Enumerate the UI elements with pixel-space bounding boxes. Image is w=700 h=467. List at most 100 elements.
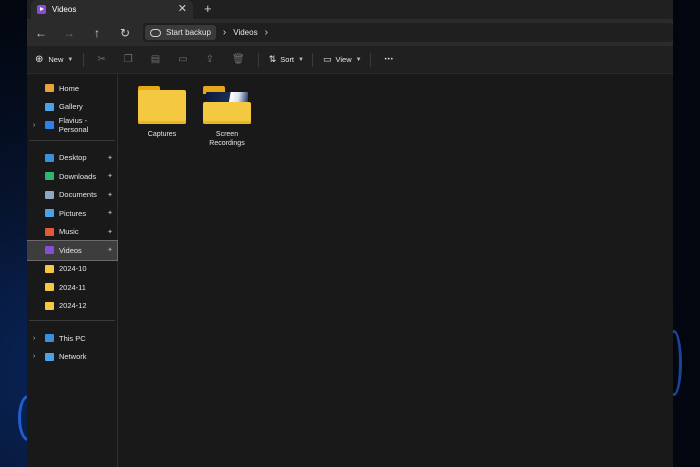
folder-icon xyxy=(203,86,251,124)
sidebar-item-desktop[interactable]: Desktop ✦ xyxy=(27,149,117,168)
sidebar-divider xyxy=(29,139,115,141)
sidebar-item-documents[interactable]: Documents ✦ xyxy=(27,186,117,205)
cloud-backup-icon xyxy=(150,28,161,37)
folder-icon xyxy=(45,283,54,292)
pin-icon: ✦ xyxy=(107,154,113,162)
chevron-down-icon: ▼ xyxy=(298,56,304,63)
sidebar-item-label: Network xyxy=(59,352,87,362)
sidebar-divider xyxy=(29,320,115,321)
sidebar-item-downloads[interactable]: Downloads ✦ xyxy=(27,167,117,186)
back-button[interactable]: ← xyxy=(27,26,55,40)
pin-icon: ✦ xyxy=(107,228,113,236)
view-icon: ▭ xyxy=(322,54,332,64)
tab-videos[interactable]: Videos ✕ xyxy=(31,0,193,19)
paste-icon[interactable]: ▤ xyxy=(151,54,160,65)
chevron-right-icon[interactable]: › xyxy=(33,335,35,342)
toolbar-divider xyxy=(311,52,313,67)
sidebar-item-label: Home xyxy=(59,83,80,93)
tab-bar: Videos ✕ + xyxy=(27,0,673,19)
videos-icon xyxy=(45,246,54,255)
navigation-pane: Home Gallery › Flavius - Personal Desktop ✦ D… xyxy=(27,74,118,467)
sidebar-item-label: 2024-10 xyxy=(59,264,87,274)
chevron-right-icon[interactable]: › xyxy=(33,122,35,129)
cut-icon[interactable]: ✂ xyxy=(97,54,105,65)
this-pc-icon xyxy=(45,334,54,343)
chevron-right-icon[interactable]: › xyxy=(33,353,35,360)
breadcrumb-start-backup-label: Start backup xyxy=(166,28,211,37)
sidebar-item-2024-10[interactable]: 2024-10 xyxy=(27,260,117,279)
sidebar-item-label: Gallery xyxy=(59,102,83,112)
chevron-down-icon: ▼ xyxy=(355,56,362,63)
delete-icon[interactable]: 🗑 xyxy=(232,54,245,65)
close-tab-icon[interactable]: ✕ xyxy=(178,2,187,15)
folder-label: Captures xyxy=(147,131,177,138)
sidebar-item-this-pc[interactable]: › This PC xyxy=(27,329,117,348)
sidebar-item-label: This PC xyxy=(59,333,86,343)
chevron-down-icon: ▼ xyxy=(67,56,74,63)
sidebar-item-pictures[interactable]: Pictures ✦ xyxy=(27,204,117,223)
sort-button-label: Sort xyxy=(280,55,295,64)
chevron-right-icon[interactable]: › xyxy=(223,27,226,38)
desktop-icon xyxy=(45,153,54,162)
toolbar-divider xyxy=(257,52,259,67)
folder-icon xyxy=(138,86,186,124)
sidebar-item-gallery[interactable]: Gallery xyxy=(27,98,117,117)
breadcrumb-start-backup[interactable]: Start backup xyxy=(145,25,216,40)
pin-icon: ✦ xyxy=(107,173,113,181)
refresh-button[interactable]: ↻ xyxy=(111,26,139,40)
sort-button[interactable]: ⇅ Sort ▼ xyxy=(269,46,304,73)
address-bar-row: ← → ↑ ↻ Start backup › Videos › xyxy=(27,19,673,46)
music-icon xyxy=(45,227,54,236)
folder-item[interactable]: Captures xyxy=(130,86,194,139)
forward-button[interactable]: → xyxy=(55,26,83,40)
sidebar-item-music[interactable]: Music ✦ xyxy=(27,223,117,242)
pictures-icon xyxy=(45,209,54,218)
onedrive-icon xyxy=(45,121,54,130)
gallery-icon xyxy=(45,102,54,111)
sidebar-item-home[interactable]: Home xyxy=(27,79,117,98)
tab-title: Videos xyxy=(52,5,77,14)
toolbar-divider xyxy=(83,52,85,67)
downloads-icon xyxy=(45,172,54,181)
sidebar-item-label: Videos xyxy=(59,245,82,255)
folder-icon xyxy=(45,301,54,310)
folder-icon xyxy=(45,264,54,273)
view-button[interactable]: ▭ View ▼ xyxy=(323,46,362,73)
pin-icon: ✦ xyxy=(107,191,113,199)
home-icon xyxy=(45,84,54,93)
sidebar-item-flavius-personal[interactable]: › Flavius - Personal xyxy=(27,116,117,135)
new-tab-button[interactable]: + xyxy=(204,1,212,16)
explorer-body: Home Gallery › Flavius - Personal Desktop ✦ D… xyxy=(27,74,673,467)
pin-icon: ✦ xyxy=(107,247,113,255)
sidebar-item-label: Desktop xyxy=(59,153,87,163)
more-options-button[interactable]: ••• xyxy=(385,46,394,73)
address-bar[interactable]: Start backup › Videos › xyxy=(143,23,673,42)
sidebar-item-label: Documents xyxy=(59,190,97,200)
share-icon[interactable]: ⇪ xyxy=(206,54,214,65)
up-button[interactable]: ↑ xyxy=(83,26,111,40)
videos-folder-icon xyxy=(37,5,46,14)
copy-icon[interactable]: ❐ xyxy=(124,54,133,65)
file-list: Captures Screen Recordings xyxy=(118,74,673,467)
view-button-label: View xyxy=(335,55,352,64)
sidebar-item-label: 2024-12 xyxy=(59,301,87,311)
sidebar-item-label: Pictures xyxy=(59,208,87,218)
folder-label: Screen Recordings xyxy=(209,131,245,148)
folder-item[interactable]: Screen Recordings xyxy=(195,86,259,148)
sidebar-item-2024-12[interactable]: 2024-12 xyxy=(27,297,117,316)
sidebar-item-label: Downloads xyxy=(59,171,97,181)
sort-icon: ⇅ xyxy=(268,54,277,64)
network-icon xyxy=(45,352,54,361)
breadcrumb-videos[interactable]: Videos xyxy=(233,28,257,37)
new-button[interactable]: ⊕ New ▼ xyxy=(35,46,73,73)
plus-circle-icon: ⊕ xyxy=(35,54,44,65)
sidebar-item-2024-11[interactable]: 2024-11 xyxy=(27,278,117,297)
sidebar-item-label: Flavius - Personal xyxy=(58,116,89,135)
new-button-label: New xyxy=(48,55,64,64)
sidebar-item-videos[interactable]: Videos ✦ xyxy=(27,240,118,261)
rename-icon[interactable]: ▭ xyxy=(178,54,187,65)
chevron-right-icon[interactable]: › xyxy=(265,27,268,38)
documents-icon xyxy=(45,190,54,199)
pin-icon: ✦ xyxy=(107,210,113,218)
sidebar-item-network[interactable]: › Network xyxy=(27,348,117,367)
